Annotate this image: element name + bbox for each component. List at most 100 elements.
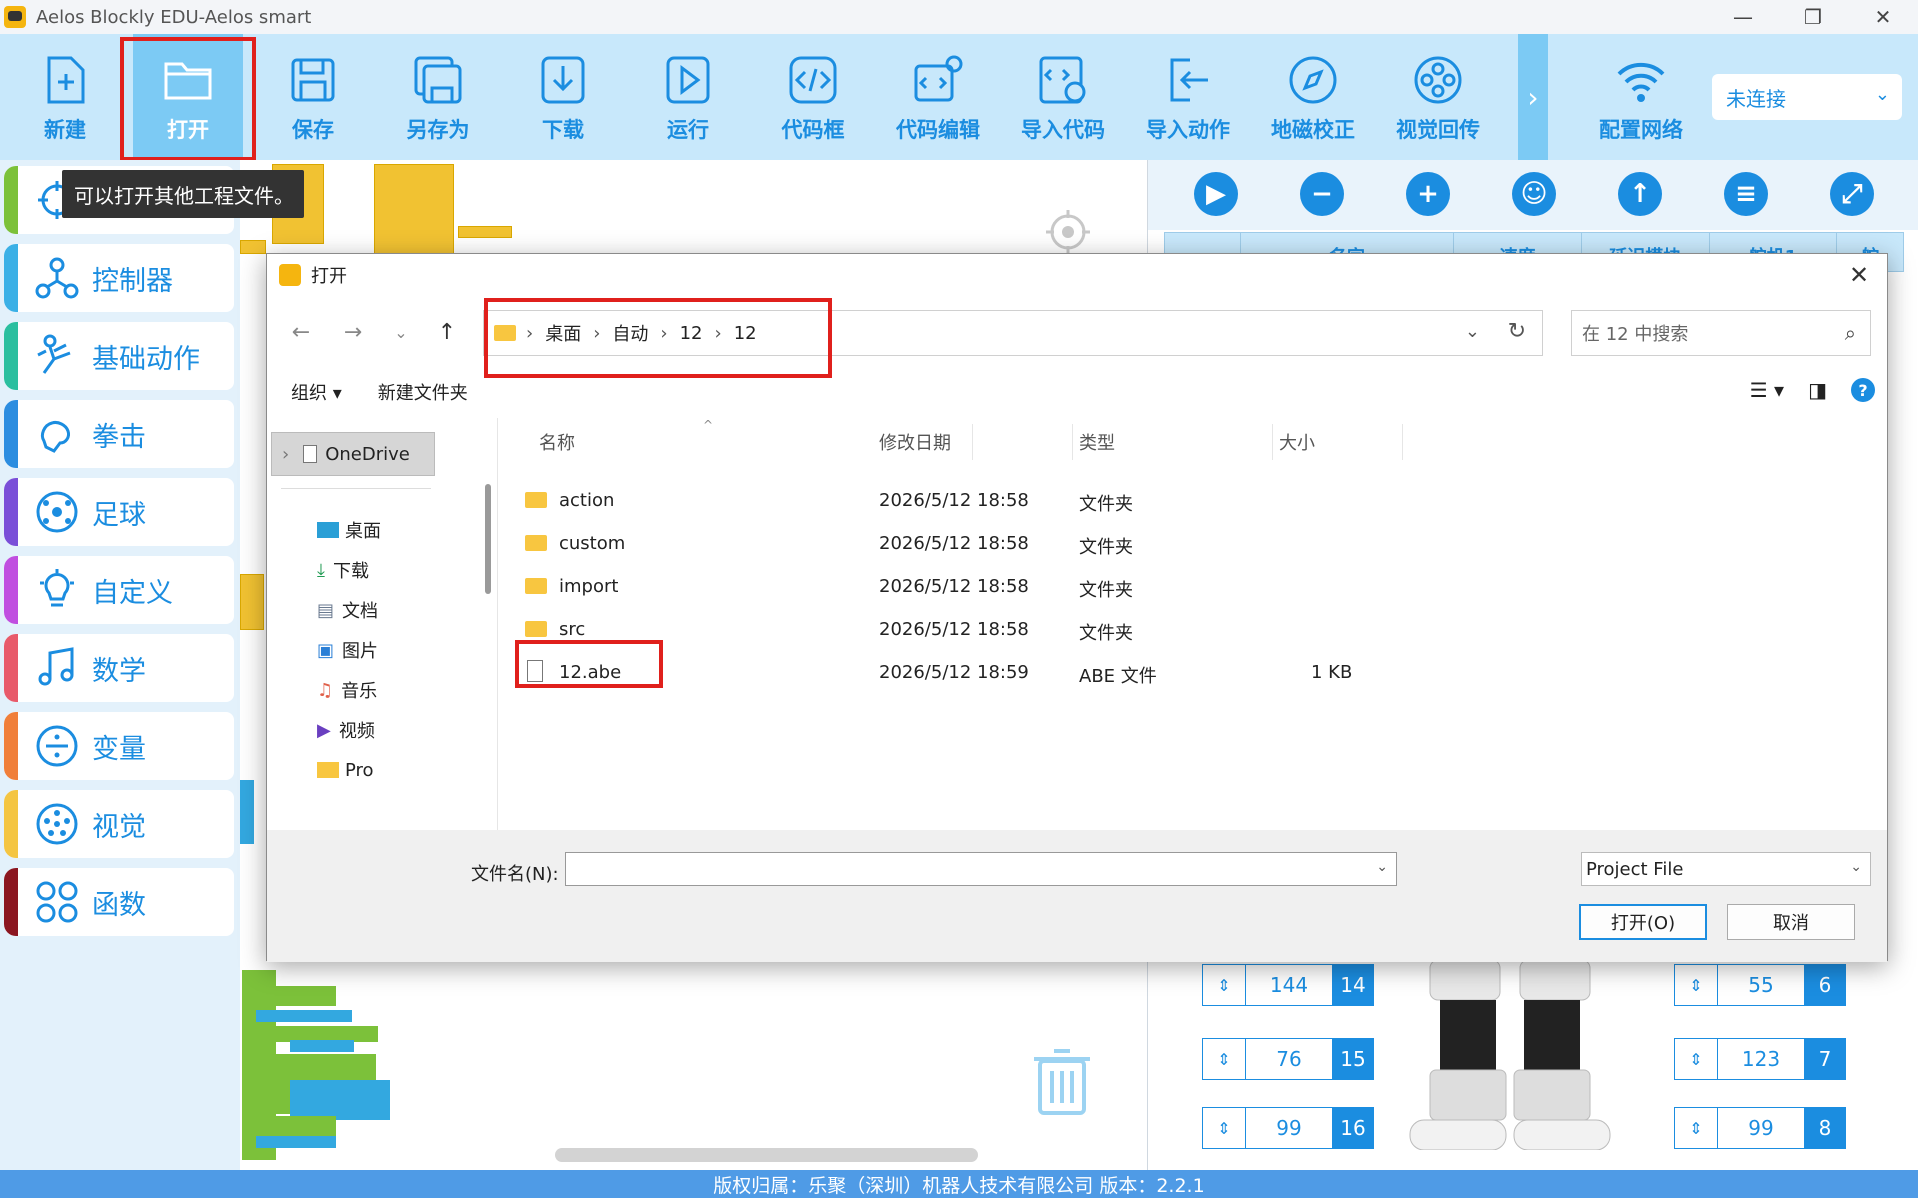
play-action-button[interactable]: ▶: [1194, 172, 1238, 216]
category-variables[interactable]: 变量: [4, 712, 234, 780]
download-icon: ⤓: [317, 559, 325, 581]
robot-pose-button[interactable]: ☺: [1512, 172, 1556, 216]
nav-item-pro[interactable]: Pro: [317, 750, 374, 790]
nav-item-videos[interactable]: ▶ 视频: [317, 710, 375, 750]
remove-frame-button[interactable]: −: [1300, 172, 1344, 216]
recent-locations-icon[interactable]: ⌄: [383, 314, 419, 350]
nav-item-downloads[interactable]: ⤓ 下载: [317, 550, 369, 590]
chevron-down-icon[interactable]: ⌄: [1465, 321, 1480, 342]
save-button[interactable]: 保存: [258, 34, 368, 160]
nav-item-music[interactable]: ♫ 音乐: [317, 670, 377, 710]
connection-select[interactable]: 未连接 ⌄: [1712, 74, 1902, 120]
servo-control[interactable]: ⇕ 123 7: [1674, 1038, 1846, 1080]
forward-arrow-icon[interactable]: →: [335, 314, 371, 350]
dialog-close-button[interactable]: ✕: [1841, 258, 1877, 292]
trash-icon[interactable]: [1030, 1045, 1094, 1117]
servo-stepper-icon[interactable]: ⇕: [1202, 964, 1246, 1006]
category-controller[interactable]: 控制器: [4, 244, 234, 312]
run-button[interactable]: 运行: [633, 34, 743, 160]
nav-pane-scrollbar[interactable]: [485, 484, 491, 594]
fullscreen-button[interactable]: ⤢: [1830, 172, 1874, 216]
code-block[interactable]: [240, 780, 254, 844]
organize-menu[interactable]: 组织 ▾: [291, 379, 342, 405]
code-block[interactable]: [290, 1040, 354, 1052]
nav-item-pictures[interactable]: ▣ 图片: [317, 630, 378, 670]
category-basic-actions[interactable]: 基础动作: [4, 322, 234, 390]
code-block[interactable]: [240, 240, 266, 254]
file-list: 名称 ^ 修改日期 类型 大小 action 2026/5/12 18:58 文…: [503, 418, 1887, 830]
servo-stepper-icon[interactable]: ⇕: [1202, 1107, 1246, 1149]
filename-input[interactable]: ⌄: [565, 852, 1397, 886]
import-code-button[interactable]: 导入代码: [1008, 34, 1118, 160]
file-row[interactable]: src 2026/5/12 18:58 文件夹: [503, 609, 1643, 649]
search-input[interactable]: 在 12 中搜索 ⌕: [1571, 310, 1871, 356]
chevron-down-icon[interactable]: ⌄: [1376, 859, 1388, 875]
category-functions[interactable]: 函数: [4, 868, 234, 936]
add-frame-button[interactable]: +: [1406, 172, 1450, 216]
servo-stepper-icon[interactable]: ⇕: [1202, 1038, 1246, 1080]
code-block-cluster[interactable]: [374, 164, 454, 254]
preview-pane-icon[interactable]: ◨: [1808, 378, 1827, 402]
maximize-button[interactable]: ❐: [1782, 0, 1844, 34]
category-custom[interactable]: 自定义: [4, 556, 234, 624]
save-as-button[interactable]: 另存为: [383, 34, 493, 160]
nav-item-documents[interactable]: ▤ 文档: [317, 590, 378, 630]
column-header-size[interactable]: 大小: [1273, 424, 1403, 460]
servo-stepper-icon[interactable]: ⇕: [1674, 1107, 1718, 1149]
file-row[interactable]: import 2026/5/12 18:58 文件夹: [503, 566, 1643, 606]
close-button[interactable]: ✕: [1852, 0, 1914, 34]
help-icon[interactable]: ?: [1851, 378, 1875, 402]
servo-control[interactable]: ⇕ 76 15: [1202, 1038, 1374, 1080]
servo-control[interactable]: ⇕ 99 16: [1202, 1107, 1374, 1149]
nav-item-desktop[interactable]: 桌面: [317, 510, 381, 550]
new-folder-button[interactable]: 新建文件夹: [378, 379, 468, 405]
code-edit-button[interactable]: 代码编辑: [883, 34, 993, 160]
refresh-icon[interactable]: ↻: [1508, 319, 1526, 344]
move-up-button[interactable]: ↑: [1618, 172, 1662, 216]
back-arrow-icon[interactable]: ←: [283, 314, 319, 350]
column-header-date[interactable]: 修改日期: [873, 424, 1073, 460]
category-vision[interactable]: 视觉: [4, 790, 234, 858]
code-block[interactable]: [256, 1136, 336, 1148]
lightbulb-icon: [40, 569, 74, 607]
vision-feedback-button[interactable]: 视觉回传: [1383, 34, 1493, 160]
new-button[interactable]: 新建: [10, 34, 120, 160]
code-block[interactable]: [276, 986, 336, 1006]
import-action-button[interactable]: 导入动作: [1133, 34, 1243, 160]
boxing-glove-icon: [40, 421, 70, 453]
minimize-button[interactable]: —: [1712, 0, 1774, 34]
servo-control[interactable]: ⇕ 144 14: [1202, 964, 1374, 1006]
toolbar-more-button[interactable]: ›: [1518, 34, 1548, 160]
category-boxing[interactable]: 拳击: [4, 400, 234, 468]
up-arrow-icon[interactable]: ↑: [429, 314, 465, 350]
music-icon: ♫: [317, 679, 334, 701]
recenter-icon[interactable]: [1044, 208, 1092, 256]
file-row[interactable]: action 2026/5/12 18:58 文件夹: [503, 480, 1643, 520]
open-file-button[interactable]: 打开(O): [1579, 904, 1707, 940]
nav-item-onedrive[interactable]: › OneDrive: [271, 432, 435, 476]
code-block-stack[interactable]: [242, 970, 276, 1160]
network-config-button[interactable]: 配置网络: [1586, 34, 1696, 160]
servo-stepper-icon[interactable]: ⇕: [1674, 1038, 1718, 1080]
code-block[interactable]: [240, 574, 264, 630]
workspace-horizontal-scrollbar[interactable]: [555, 1148, 978, 1162]
code-box-button[interactable]: 代码框: [758, 34, 868, 160]
file-row[interactable]: 12.abe 2026/5/12 18:59 ABE 文件 1 KB: [503, 652, 1643, 692]
servo-control[interactable]: ⇕ 99 8: [1674, 1107, 1846, 1149]
compass-calibration-button[interactable]: 地磁校正: [1258, 34, 1368, 160]
servo-control[interactable]: ⇕ 55 6: [1674, 964, 1846, 1006]
download-button[interactable]: 下载: [508, 34, 618, 160]
cancel-button[interactable]: 取消: [1727, 904, 1855, 940]
category-math[interactable]: 数学: [4, 634, 234, 702]
column-header-type[interactable]: 类型: [1073, 424, 1273, 460]
desktop-icon: [317, 522, 339, 538]
filetype-select[interactable]: Project File ⌄: [1581, 852, 1871, 886]
file-row[interactable]: custom 2026/5/12 18:58 文件夹: [503, 523, 1643, 563]
code-block[interactable]: [458, 226, 512, 238]
code-block[interactable]: [256, 1010, 352, 1022]
category-soccer[interactable]: 足球: [4, 478, 234, 546]
servo-stepper-icon[interactable]: ⇕: [1674, 964, 1718, 1006]
code-block[interactable]: [290, 1080, 390, 1120]
list-button[interactable]: ≡: [1724, 172, 1768, 216]
view-list-icon[interactable]: ☰ ▾: [1750, 378, 1784, 402]
